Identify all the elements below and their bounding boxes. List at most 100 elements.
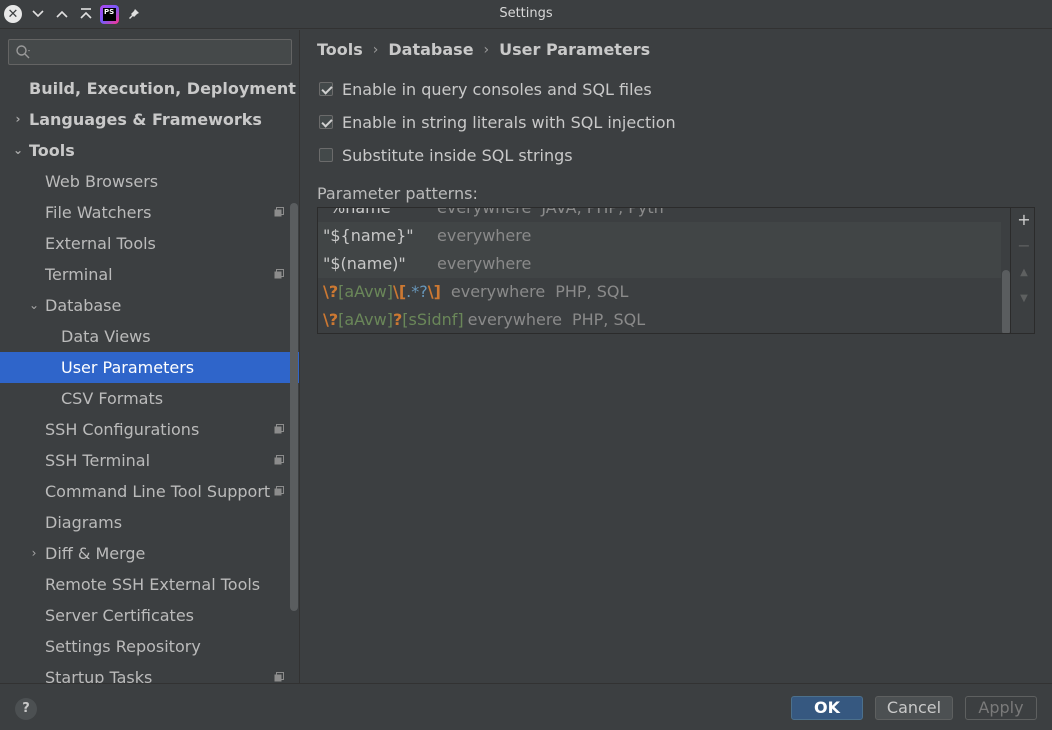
sidebar-item[interactable]: File Watchers	[0, 197, 299, 228]
parameter-patterns-table: %name everywhere JAVA, PHP, Pyth "${name}" e…	[317, 207, 1035, 334]
substitute-sql-checkbox[interactable]	[319, 148, 333, 162]
settings-tree: Build, Execution, Deployment › Languages &…	[0, 73, 299, 683]
string-literals-checkbox[interactable]	[319, 115, 333, 129]
pattern-token: .*?	[406, 282, 428, 301]
project-scope-icon	[274, 207, 284, 217]
pattern-token: [sSidnf]	[402, 310, 464, 329]
pattern-row[interactable]: \?[aAvw]\[.*?\] everywhere PHP, SQL	[318, 278, 1001, 306]
pattern-languages: PHP, SQL	[555, 282, 629, 301]
pattern-token: \[	[392, 282, 407, 301]
settings-search-input[interactable]	[8, 39, 292, 65]
add-pattern-icon[interactable]: +	[1015, 211, 1033, 229]
sidebar-item[interactable]: › Languages & Frameworks	[0, 104, 299, 135]
sidebar-item-label: Languages & Frameworks	[29, 110, 262, 129]
sidebar-item[interactable]: Build, Execution, Deployment	[0, 73, 299, 104]
option-label: Enable in query consoles and SQL files	[342, 79, 652, 99]
option-substitute-sql[interactable]: Substitute inside SQL strings	[319, 144, 573, 166]
search-icon	[16, 45, 30, 59]
sidebar-item[interactable]: Terminal	[0, 259, 299, 290]
remove-pattern-icon[interactable]: −	[1015, 237, 1033, 255]
sidebar-item-label: External Tools	[45, 234, 156, 253]
move-up-icon[interactable]: ▲	[1015, 264, 1033, 282]
settings-content: Tools › Database › User Parameters Enabl…	[301, 30, 1052, 683]
pattern-text: \?[aAvw]\[.*?\]	[323, 278, 441, 306]
dialog-footer: ? OK Cancel Apply	[0, 683, 1052, 730]
project-scope-icon	[274, 455, 284, 465]
patterns-scrollbar[interactable]	[1002, 208, 1010, 333]
sidebar-item-label: File Watchers	[45, 203, 152, 222]
sidebar-item[interactable]: Data Views	[0, 321, 299, 352]
pattern-token: "$(name)"	[323, 254, 406, 273]
breadcrumb-database[interactable]: Database	[388, 40, 473, 59]
sidebar-item-label: Build, Execution, Deployment	[29, 79, 296, 98]
pattern-row[interactable]: "$(name)" everywhere	[318, 250, 1001, 278]
chevron-down-icon[interactable]: ⌄	[12, 135, 24, 166]
pattern-scope: everywhere	[437, 226, 532, 245]
parameter-patterns-label: Parameter patterns:	[317, 184, 478, 203]
sidebar-item-label: Remote SSH External Tools	[45, 575, 261, 594]
scrollbar-thumb[interactable]	[1002, 270, 1010, 333]
pattern-scope: everywhere	[467, 310, 562, 329]
breadcrumb-separator: ›	[372, 41, 379, 58]
sidebar-item[interactable]: Diagrams	[0, 507, 299, 538]
sidebar-item[interactable]: Server Certificates	[0, 600, 299, 631]
chevron-down-icon[interactable]: ⌄	[28, 290, 40, 321]
sidebar-scrollbar[interactable]	[290, 203, 298, 611]
sidebar-item[interactable]: ⌄ Tools	[0, 135, 299, 166]
pattern-text: "${name}"	[323, 222, 437, 250]
sidebar-item[interactable]: Web Browsers	[0, 166, 299, 197]
sidebar-item[interactable]: User Parameters	[0, 352, 299, 383]
breadcrumb-separator: ›	[483, 41, 490, 58]
chevron-right-icon[interactable]: ›	[28, 538, 40, 569]
option-label: Enable in string literals with SQL injec…	[342, 112, 676, 132]
breadcrumb-tools[interactable]: Tools	[317, 40, 363, 59]
sidebar-item[interactable]: › Diff & Merge	[0, 538, 299, 569]
pattern-row[interactable]: "${name}" everywhere	[318, 222, 1001, 250]
pattern-token: \?	[323, 282, 339, 301]
chevron-right-icon[interactable]: ›	[12, 104, 24, 135]
pattern-scope: everywhere	[437, 254, 532, 273]
sidebar-item[interactable]: SSH Terminal	[0, 445, 299, 476]
sidebar-item-label: Settings Repository	[45, 637, 201, 656]
sidebar-item[interactable]: External Tools	[0, 228, 299, 259]
option-query-consoles[interactable]: Enable in query consoles and SQL files	[319, 78, 652, 100]
pattern-row[interactable]: %name everywhere JAVA, PHP, Pyth	[318, 207, 1001, 222]
sidebar-item-label: Server Certificates	[45, 606, 194, 625]
sidebar-item[interactable]: Startup Tasks	[0, 662, 299, 683]
option-string-literals[interactable]: Enable in string literals with SQL injec…	[319, 111, 676, 133]
query-consoles-checkbox[interactable]	[319, 82, 333, 96]
pattern-token: [aAvw]	[338, 310, 393, 329]
move-down-icon[interactable]: ▼	[1015, 290, 1033, 308]
help-button[interactable]: ?	[15, 698, 37, 720]
pattern-token: ?	[392, 310, 403, 329]
sidebar-item-label: SSH Configurations	[45, 420, 200, 439]
pattern-row[interactable]: \?[aAvw]?[sSidnf] everywhere PHP, SQL	[318, 306, 1001, 333]
settings-sidebar: Build, Execution, Deployment › Languages &…	[0, 30, 300, 683]
cancel-button[interactable]: Cancel	[875, 696, 953, 720]
breadcrumb-user-parameters: User Parameters	[499, 40, 651, 59]
sidebar-item[interactable]: Command Line Tool Support	[0, 476, 299, 507]
sidebar-item-label: Startup Tasks	[45, 668, 153, 683]
sidebar-item-label: Command Line Tool Support	[45, 482, 271, 501]
window-title: Settings	[499, 6, 553, 21]
pattern-languages: JAVA, PHP, Pyth	[541, 207, 664, 217]
sidebar-item[interactable]: ⌄ Database	[0, 290, 299, 321]
project-scope-icon	[274, 672, 284, 682]
sidebar-item[interactable]: SSH Configurations	[0, 414, 299, 445]
sidebar-item-label: Diagrams	[45, 513, 123, 532]
sidebar-item[interactable]: CSV Formats	[0, 383, 299, 414]
project-scope-icon	[274, 269, 284, 279]
sidebar-item-label: Diff & Merge	[45, 544, 146, 563]
sidebar-item-label: Tools	[29, 141, 75, 160]
title-bar: ✕ PS Settings	[0, 0, 1052, 29]
sidebar-item[interactable]: Remote SSH External Tools	[0, 569, 299, 600]
breadcrumb: Tools › Database › User Parameters	[317, 40, 650, 59]
pattern-languages: PHP, SQL	[571, 310, 646, 329]
apply-button[interactable]: Apply	[965, 696, 1037, 720]
ok-button[interactable]: OK	[791, 696, 863, 720]
pattern-scope: everywhere	[437, 207, 532, 217]
sidebar-item[interactable]: Settings Repository	[0, 631, 299, 662]
pattern-token: %name	[330, 207, 391, 217]
sidebar-item-label: User Parameters	[61, 358, 195, 377]
pattern-text: \?[aAvw]?[sSidnf]	[323, 306, 464, 333]
